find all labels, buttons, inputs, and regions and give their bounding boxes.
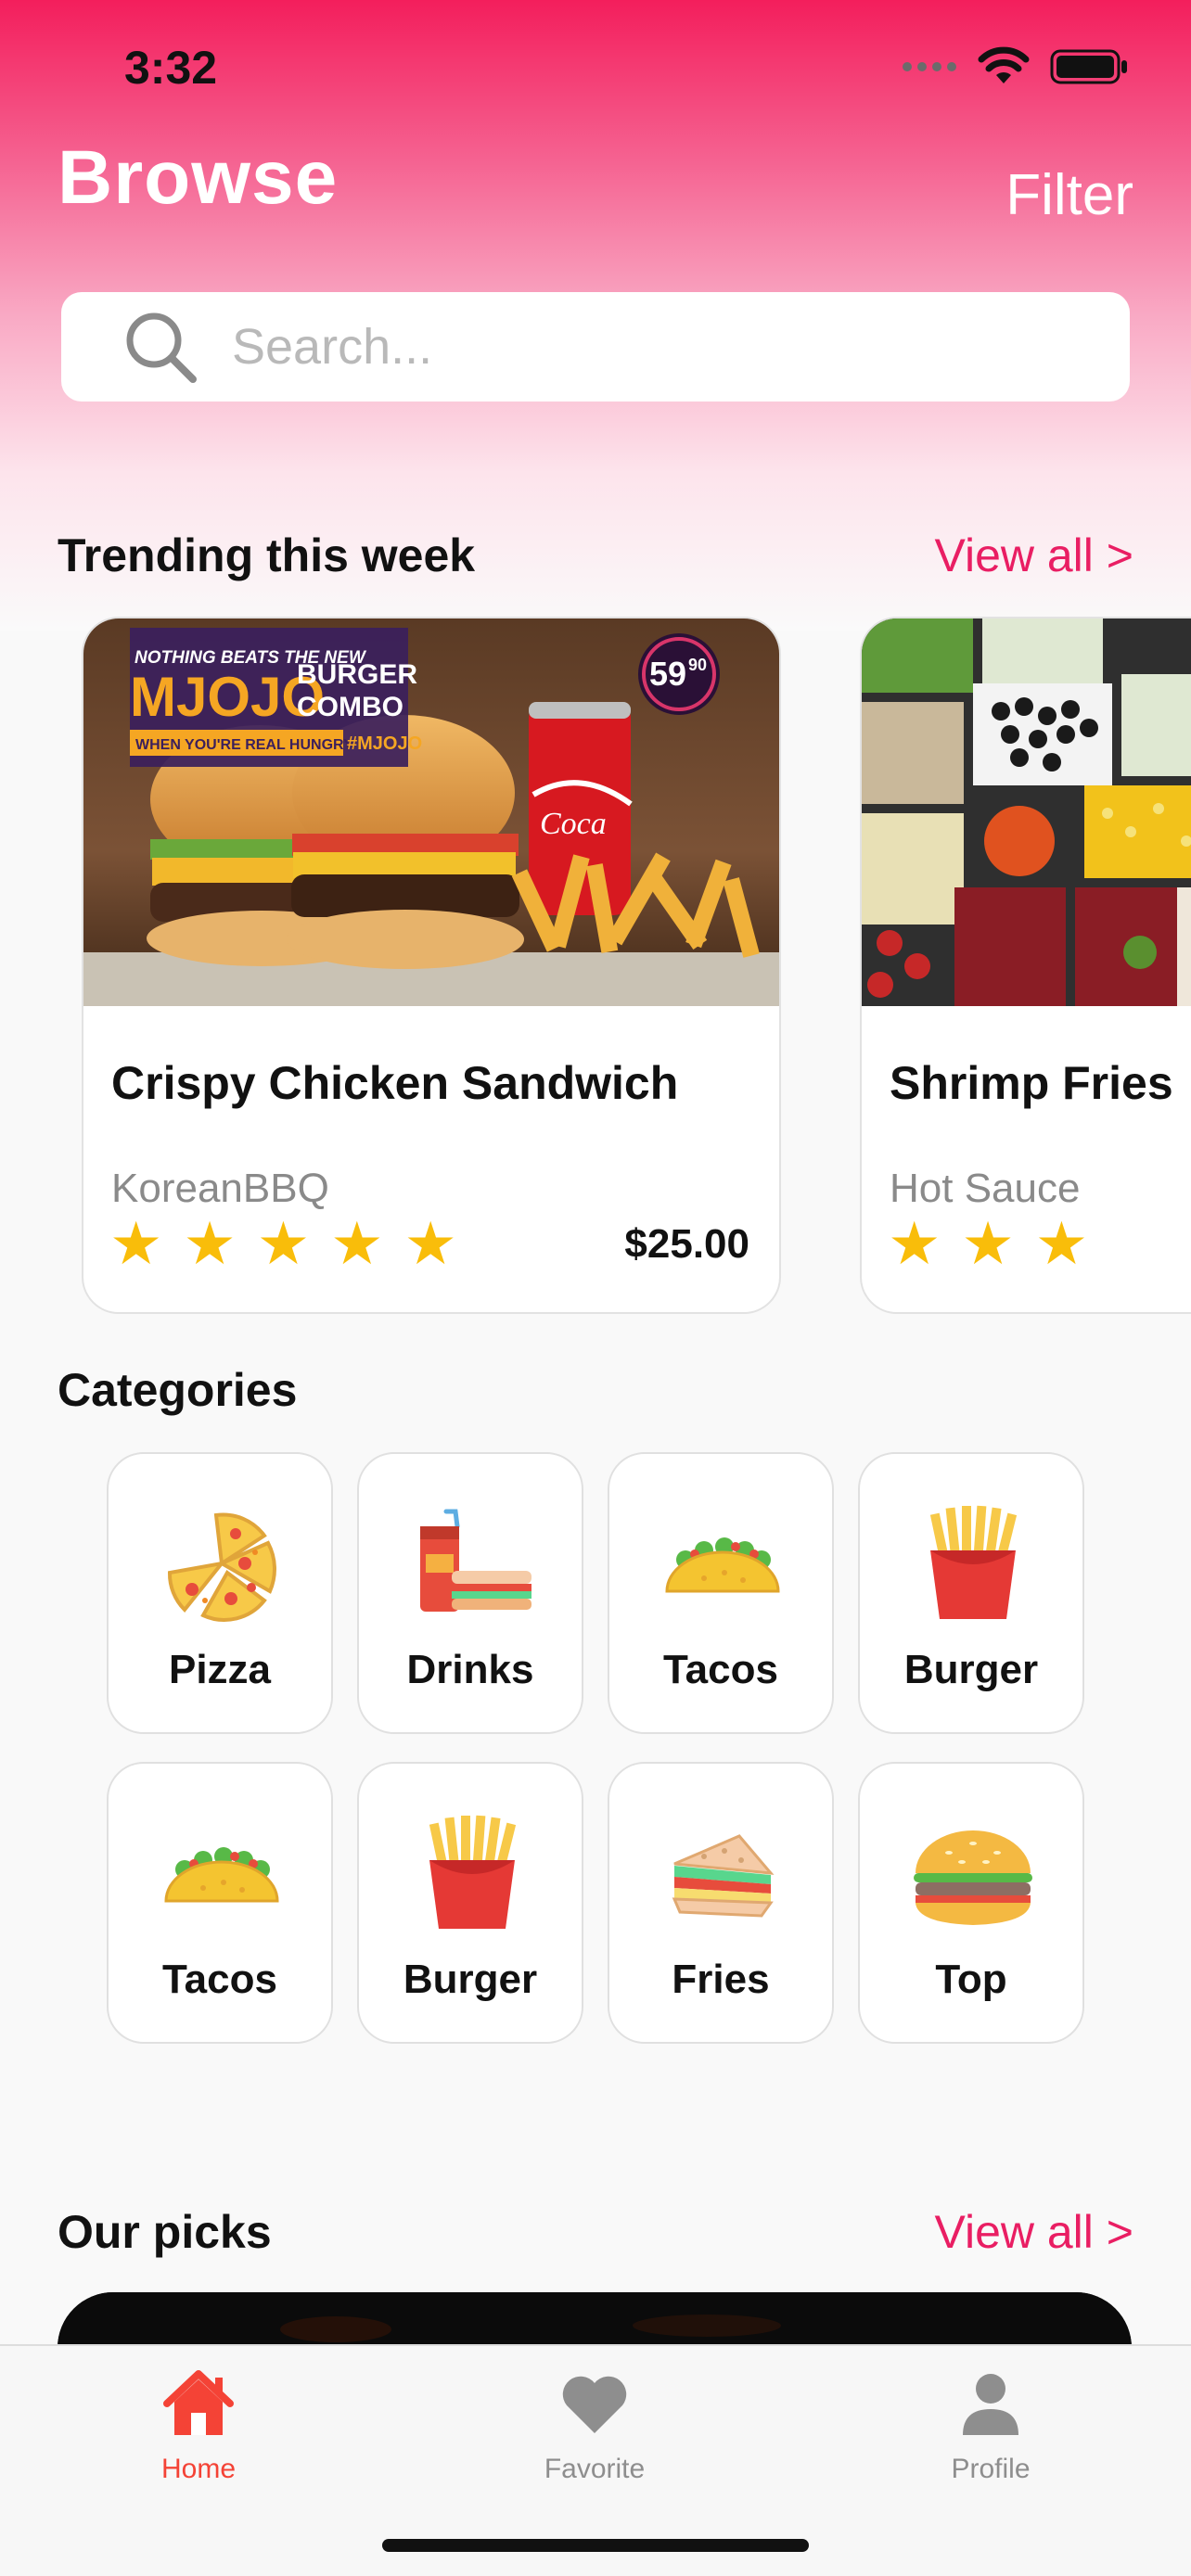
category-drinks[interactable]: Drinks (357, 1452, 583, 1734)
search-icon (126, 312, 197, 383)
card-subtitle: Hot Sauce (890, 1166, 1081, 1211)
picks-title: Our picks (58, 2206, 272, 2258)
tab-favorite[interactable]: Favorite (493, 2366, 697, 2485)
star-icon: ★ (403, 1210, 457, 1277)
taco-icon (665, 1537, 780, 1593)
search-bar[interactable] (61, 292, 1130, 402)
card-title: Crispy Chicken Sandwich (111, 1057, 679, 1109)
svg-text:BURGER: BURGER (297, 659, 417, 690)
trending-card[interactable]: Shrimp Fries Hot Sauce ★ ★ ★ (860, 617, 1191, 1314)
filter-button[interactable]: Filter (1005, 162, 1133, 228)
star-icon: ★ (1034, 1210, 1089, 1277)
category-label: Burger (903, 1647, 1039, 1692)
category-fries[interactable]: Fries (608, 1762, 834, 2044)
pizza-icon (167, 1512, 276, 1622)
svg-text:WHEN YOU'RE REAL HUNGRY: WHEN YOU'RE REAL HUNGRY (135, 737, 353, 753)
category-top[interactable]: Top (858, 1762, 1084, 2044)
category-pizza[interactable]: Pizza (107, 1452, 333, 1734)
card-price: $25.00 (624, 1221, 749, 1267)
heart-icon (562, 2376, 627, 2433)
fries-icon (929, 1505, 1018, 1619)
categories-title: Categories (58, 1364, 298, 1416)
category-label: Burger (403, 1957, 538, 2002)
svg-text:Coca: Coca (540, 807, 607, 841)
tab-label: Profile (951, 2454, 1031, 2484)
card-rating: ★ ★ ★ (888, 1214, 1088, 1273)
trending-view-all-link[interactable]: View all > (935, 529, 1133, 582)
card-rating: ★ ★ ★ ★ ★ (109, 1214, 457, 1273)
tab-label: Home (160, 2454, 237, 2484)
page-title: Browse (58, 135, 339, 220)
taco-icon (164, 1847, 279, 1903)
category-label: Fries (672, 1957, 770, 2002)
trending-card[interactable]: Coca NOTHING BEATS THE NEW MJOJO BURGER … (82, 617, 781, 1314)
star-icon: ★ (330, 1210, 384, 1277)
category-label: Drinks (406, 1647, 534, 1692)
star-icon: ★ (888, 1210, 941, 1277)
tab-label: Favorite (544, 2454, 646, 2484)
status-bar: 3:32 (0, 0, 1191, 130)
category-burger[interactable]: Burger (357, 1762, 583, 2044)
svg-text:COMBO: COMBO (297, 692, 403, 722)
card-image-burger-combo: Coca NOTHING BEATS THE NEW MJOJO BURGER … (83, 618, 779, 1006)
svg-text:59: 59 (649, 655, 686, 693)
status-time: 3:32 (124, 42, 218, 94)
svg-text:90: 90 (688, 656, 707, 674)
picks-view-all-link[interactable]: View all > (935, 2205, 1133, 2259)
star-icon: ★ (961, 1210, 1015, 1277)
card-title: Shrimp Fries (890, 1057, 1173, 1109)
home-indicator (382, 2539, 809, 2552)
category-label: Pizza (168, 1647, 272, 1692)
category-label: Tacos (162, 1957, 277, 2002)
category-tacos[interactable]: Tacos (107, 1762, 333, 2044)
status-icons (902, 46, 1130, 87)
card-subtitle: KoreanBBQ (111, 1166, 329, 1211)
fries-icon (429, 1815, 517, 1929)
svg-text:MJOJO: MJOJO (130, 666, 325, 728)
battery-icon (1050, 49, 1127, 84)
category-tacos[interactable]: Tacos (608, 1452, 834, 1734)
tab-home[interactable]: Home (96, 2366, 301, 2485)
drinks-icon (420, 1509, 531, 1612)
star-icon: ★ (183, 1210, 237, 1277)
star-icon: ★ (256, 1210, 311, 1277)
trending-title: Trending this week (58, 529, 476, 581)
category-label: Top (935, 1957, 1007, 2002)
category-label: Tacos (663, 1647, 778, 1692)
sandwich-icon (672, 1834, 775, 1918)
signal-icon (903, 62, 956, 71)
search-input[interactable] (232, 318, 1067, 376)
wifi-icon (978, 46, 1030, 83)
card-image-salad-bar (862, 618, 1191, 1006)
svg-text:#MJOJO: #MJOJO (347, 733, 422, 754)
tab-profile[interactable]: Profile (889, 2366, 1093, 2485)
home-icon (163, 2370, 234, 2435)
category-burger[interactable]: Burger (858, 1452, 1084, 1734)
person-icon (963, 2374, 1018, 2435)
star-icon: ★ (109, 1210, 163, 1277)
burger-icon (914, 1830, 1032, 1925)
